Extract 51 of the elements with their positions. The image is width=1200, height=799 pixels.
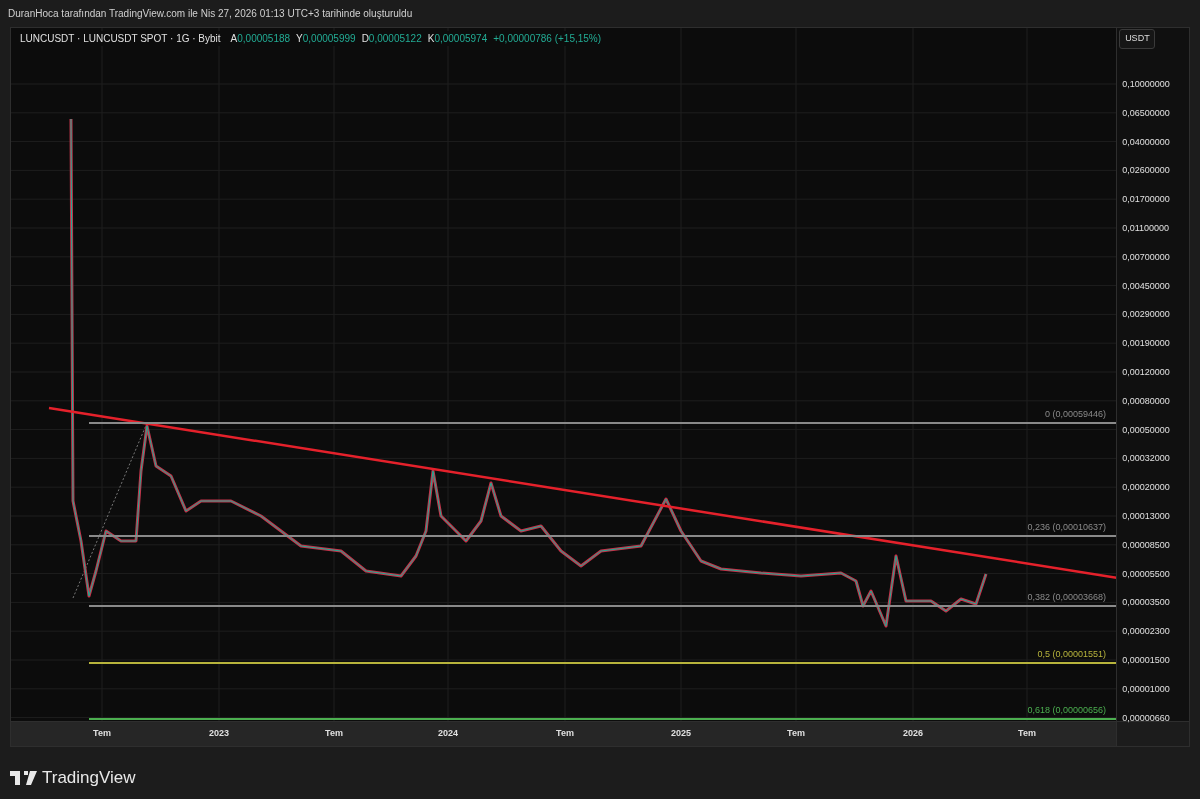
price-axis-label: 0,01100000 [1122, 222, 1169, 235]
time-axis-label: 2026 [903, 727, 923, 740]
price-axis-label: 0,06500000 [1122, 106, 1170, 120]
fibonacci-level-label: 0,236 (0,00010637) [1027, 521, 1107, 534]
price-axis-label: 0,02600000 [1122, 164, 1170, 178]
time-axis-label: Tem [787, 727, 805, 740]
fibonacci-level-label: 0 (0,00059446) [1045, 408, 1107, 421]
price-axis-label: 0,00032000 [1122, 452, 1170, 466]
ohlc-label: D [361, 32, 369, 46]
price-axis-label: 0,10000000 [1122, 78, 1170, 91]
ohlc-value: 0,00005122 [368, 32, 422, 46]
price-axis-label: 0,00001500 [1122, 654, 1170, 667]
logo-wordmark: TradingView [42, 767, 136, 789]
price-axis-label: 0,00008500 [1122, 538, 1170, 552]
ohlc-value: 0,00005999 [302, 32, 356, 46]
currency-button[interactable]: USDT [1119, 29, 1156, 49]
fibonacci-level-label: 0,382 (0,00003668) [1027, 591, 1107, 604]
price-axis-label: 0,00005500 [1122, 567, 1170, 581]
price-change: +0,00000786 (+15,15%) [493, 32, 602, 46]
price-axis-label: 0,00120000 [1122, 366, 1170, 379]
ohlc-label: A [230, 32, 238, 46]
time-axis-label: Tem [93, 727, 111, 740]
symbol-title: LUNCUSDT · LUNCUSDT SPOT · 1G · Bybit [20, 32, 221, 46]
fibonacci-level-label: 0,5 (0,00001551) [1037, 648, 1107, 661]
chart-caption: DuranHoca tarafından TradingView.com ile Nis 27, 2026 01:13 UTC+3 tarihinde oluşturuldu [8, 7, 413, 21]
price-axis-label: 0,00450000 [1122, 279, 1170, 293]
time-axis-label: 2025 [671, 727, 691, 740]
price-axis-label: 0,00020000 [1122, 481, 1170, 495]
price-axis-label: 0,04000000 [1122, 135, 1170, 149]
price-axis-label: 0,00001000 [1122, 682, 1170, 696]
ohlc-label: Y [296, 32, 303, 46]
fibonacci-level-label: 0,618 (0,00000656) [1027, 704, 1107, 717]
tradingview-logo-icon [10, 770, 38, 785]
time-axis-label: 2023 [209, 727, 229, 740]
time-axis-label: 2024 [438, 727, 458, 740]
price-axis-label: 0,00002300 [1122, 625, 1170, 639]
time-axis-label: Tem [1018, 727, 1036, 740]
price-axis-label: 0,00290000 [1122, 308, 1170, 322]
price-axis-label: 0,00700000 [1122, 250, 1170, 264]
price-axis-label: 0,00190000 [1122, 337, 1170, 351]
price-axis-label: 0,01700000 [1122, 193, 1170, 207]
time-axis-label: Tem [556, 727, 574, 740]
price-axis-label: 0,00050000 [1122, 423, 1170, 437]
price-axis-label: 0,00080000 [1122, 394, 1170, 408]
time-axis-label: Tem [325, 727, 343, 740]
price-axis-label: 0,00003500 [1122, 596, 1170, 610]
price-axis-label: 0,00000660 [1122, 711, 1170, 725]
ohlc-value: 0,00005974 [434, 32, 488, 46]
price-axis-label: 0,00013000 [1122, 510, 1170, 523]
ohlc-value: 0,00005188 [237, 32, 291, 46]
ohlc-label: K [427, 32, 435, 46]
